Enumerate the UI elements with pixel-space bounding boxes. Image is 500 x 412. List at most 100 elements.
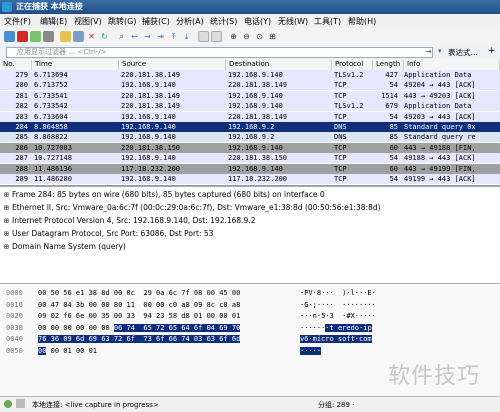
expression-button[interactable]: 表达式…	[448, 47, 478, 58]
first-packet-icon[interactable]: ⤒	[168, 31, 179, 42]
packet-row[interactable]: 289 11.486200 192.168.9.140 117.18.232.200 T…	[0, 174, 500, 184]
open-file-icon[interactable]	[60, 31, 71, 42]
hex-bytes: 00 47 04 3b 00 00 80 11 00 00 c0 a8 09 8…	[38, 300, 241, 309]
filter-dropdown-icon[interactable]: ▾	[438, 47, 448, 57]
hex-offset: 0030	[6, 323, 23, 332]
cell-source: 192.168.9.140	[121, 112, 176, 121]
hex-ascii: ···n·5·3 ·#X·····	[300, 312, 376, 320]
zoom-reset-icon[interactable]: ⊙	[254, 31, 265, 42]
expand-icon[interactable]: ⊞	[4, 242, 12, 251]
menu-go[interactable]: 跳转(G)	[108, 16, 136, 27]
cell-no: 281	[15, 91, 28, 100]
cell-info: 443 → 49188 [FIN,	[404, 143, 476, 152]
packet-row[interactable]: 287 10.727148 192.168.9.140 220.181.38.150 T…	[0, 153, 500, 164]
cell-protocol: TCP	[334, 154, 347, 163]
packet-details-pane: ⊞ Frame 284: 85 bytes on wire (680 bits),…	[0, 186, 500, 279]
menu-view[interactable]: 视图(V)	[74, 16, 102, 27]
menu-analyze[interactable]: 分析(A)	[176, 16, 204, 27]
status-ok-icon	[4, 400, 12, 408]
menu-capture[interactable]: 捕获(C)	[142, 16, 170, 27]
cell-time: 6.713752	[34, 81, 68, 90]
add-filter-button[interactable]: +	[488, 46, 496, 56]
packet-row[interactable]: 285 8.868822 192.168.9.140 192.168.9.2 DNS 85…	[0, 132, 500, 143]
cell-info: Application Data	[404, 71, 472, 79]
packet-row[interactable]: 283 6.733604 192.168.9.140 220.181.38.149 TC…	[0, 111, 500, 122]
menu-help[interactable]: 帮助(H)	[348, 16, 376, 27]
cell-length: 60	[389, 143, 398, 152]
packet-row[interactable]: 284 8.864858 192.168.9.140 192.168.9.2 DNS 85…	[0, 122, 500, 132]
cell-source: 192.168.9.140	[121, 175, 176, 183]
cell-protocol: TCP	[334, 91, 347, 100]
detail-ipv4[interactable]: ⊞ Internet Protocol Version 4, Src: 192.1…	[4, 216, 256, 225]
start-capture-icon[interactable]	[4, 31, 15, 42]
menu-telephony[interactable]: 电话(Y)	[244, 16, 271, 27]
stop-capture-icon[interactable]	[17, 31, 28, 42]
hex-bytes: 00 00 00 00 00 00 06 74 65 72 65 64 6f 0…	[38, 323, 241, 332]
cell-length: 85	[389, 133, 398, 142]
cell-no: 286	[15, 143, 28, 152]
col-source[interactable]: Source	[119, 60, 226, 70]
resize-columns-icon[interactable]: ⊞	[267, 31, 278, 42]
cell-length: 85	[389, 123, 398, 131]
autoscroll-icon[interactable]	[198, 31, 209, 42]
menu-file[interactable]: 文件(F)	[4, 16, 31, 27]
cell-protocol: DNS	[334, 133, 347, 142]
display-filter-input[interactable]: 应用显示过滤器 … <Ctrl-/>	[6, 47, 433, 58]
cell-no: 288	[15, 164, 28, 173]
zoom-out-icon[interactable]: ⊖	[241, 31, 252, 42]
col-length[interactable]: Length	[373, 60, 404, 70]
expand-icon[interactable]: ⊞	[4, 203, 12, 212]
zoom-in-icon[interactable]: ⊕	[228, 31, 239, 42]
cell-destination: 220.181.38.149	[228, 112, 288, 121]
last-packet-icon[interactable]: ⤓	[181, 31, 192, 42]
cell-destination: 220.181.38.149	[228, 81, 288, 90]
close-file-icon[interactable]: ✕	[86, 31, 97, 42]
detail-frame[interactable]: ⊞ Frame 284: 85 bytes on wire (680 bits),…	[4, 190, 325, 199]
cell-destination: 192.168.9.140	[228, 91, 283, 100]
expand-icon[interactable]: ⊞	[4, 229, 12, 238]
menu-edit[interactable]: 编辑(E)	[40, 16, 67, 27]
cell-info: 49204 → 443 [ACK]	[404, 81, 476, 90]
save-file-icon[interactable]	[73, 31, 84, 42]
filter-apply-icon[interactable]: →	[425, 47, 435, 57]
hex-bytes: 76 36 09 6d 69 63 72 6f 73 6f 66 74 03 6…	[38, 335, 241, 343]
menu-wireless[interactable]: 无线(W)	[278, 16, 308, 27]
cell-time: 6.733604	[34, 112, 68, 121]
edit-capture-comment-icon[interactable]	[16, 399, 25, 408]
detail-udp[interactable]: ⊞ User Datagram Protocol, Src Port: 63086…	[4, 229, 213, 238]
reload-icon[interactable]: ↻	[99, 31, 110, 42]
col-protocol[interactable]: Protocol	[332, 60, 373, 70]
col-info[interactable]: Info	[404, 60, 500, 70]
cell-time: 6.733541	[34, 91, 68, 100]
find-packet-icon[interactable]: ⌕	[116, 31, 127, 42]
colorize-icon[interactable]	[211, 31, 222, 42]
col-destination[interactable]: Destination	[226, 60, 332, 70]
go-forward-icon[interactable]: →	[142, 31, 153, 42]
go-to-packet-icon[interactable]: ⇥	[155, 31, 166, 42]
expand-icon[interactable]: ⊞	[4, 216, 12, 225]
capture-options-icon[interactable]	[43, 31, 54, 42]
window-title: 正在捕获 本地连接	[16, 2, 83, 11]
col-no[interactable]: No.	[0, 60, 32, 70]
cell-source: 220.181.38.150	[121, 143, 181, 152]
col-time[interactable]: Time	[32, 60, 119, 70]
packet-row[interactable]: 280 6.713752 192.168.9.140 220.181.38.149 TC…	[0, 80, 500, 91]
cell-length: 54	[389, 154, 398, 163]
cell-no: 279	[15, 71, 28, 79]
cell-time: 6.713694	[34, 71, 68, 79]
expand-icon[interactable]: ⊞	[4, 190, 12, 199]
cell-info: Standard query re	[404, 133, 476, 142]
restart-capture-icon[interactable]	[30, 31, 41, 42]
cell-protocol: TCP	[334, 112, 347, 121]
menu-statistics[interactable]: 统计(S)	[210, 16, 237, 27]
menu-tools[interactable]: 工具(T)	[314, 16, 341, 27]
packet-row[interactable]: 279 6.713694 220.181.38.149 192.168.9.140 TL…	[0, 70, 500, 80]
packet-row[interactable]: 286 10.727083 220.181.38.150 192.168.9.140 T…	[0, 142, 500, 153]
detail-ethernet[interactable]: ⊞ Ethernet II, Src: Vmware_0a:6c:7f (00:0…	[4, 203, 381, 212]
packet-row[interactable]: 282 6.733542 220.181.38.149 192.168.9.140 TL…	[0, 101, 500, 112]
go-back-icon[interactable]: ←	[129, 31, 140, 42]
packet-row[interactable]: 288 11.486136 117.18.232.200 192.168.9.140 T…	[0, 163, 500, 174]
detail-dns[interactable]: ⊞ Domain Name System (query)	[4, 242, 126, 251]
packet-row[interactable]: 281 6.733541 220.181.38.149 192.168.9.140 TC…	[0, 90, 500, 101]
cell-info: 443 → 49199 [FIN,	[404, 164, 476, 173]
